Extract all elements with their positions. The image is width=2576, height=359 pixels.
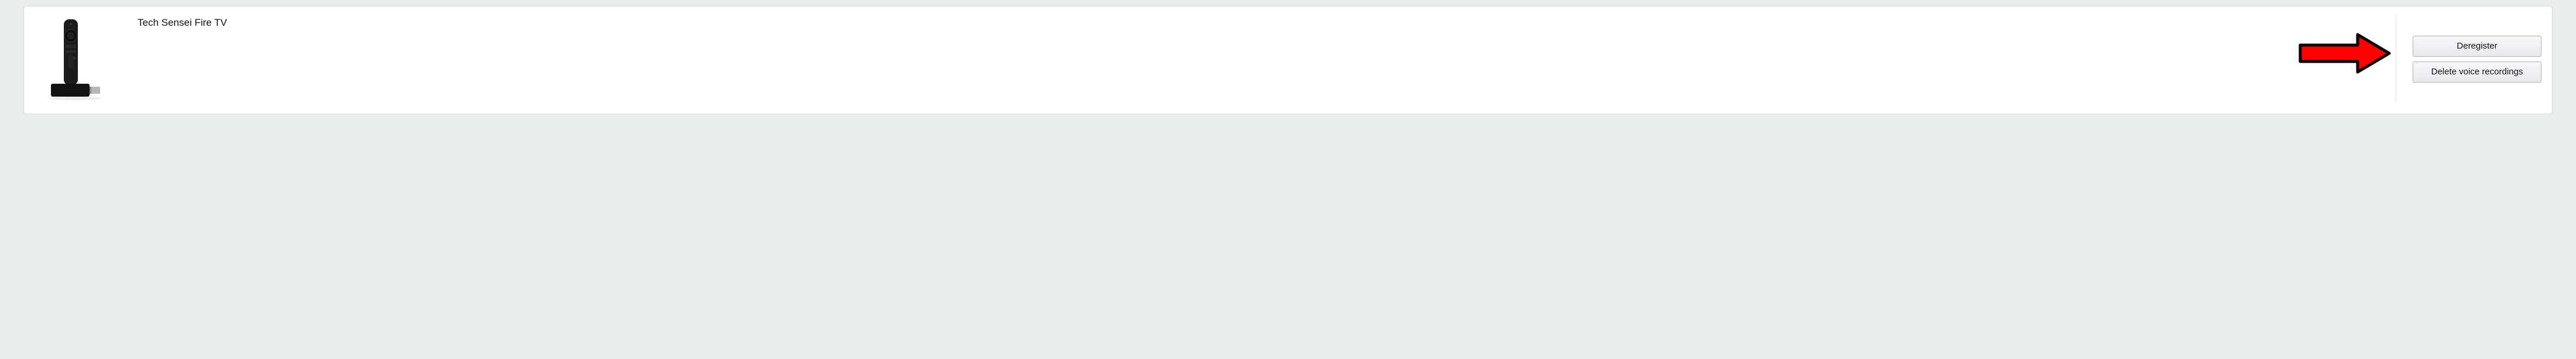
fire-tv-stick-icon (47, 18, 104, 100)
deregister-button[interactable]: Deregister (2413, 36, 2541, 57)
device-actions: Deregister Delete voice recordings (2396, 15, 2541, 103)
device-thumbnail (35, 15, 117, 100)
device-info: Tech Sensei Fire TV (117, 15, 2396, 29)
device-card: Tech Sensei Fire TV Deregister Delete vo… (23, 6, 2553, 114)
delete-voice-recordings-button[interactable]: Delete voice recordings (2413, 61, 2541, 83)
callout-arrow-icon (2297, 31, 2393, 76)
device-name: Tech Sensei Fire TV (138, 17, 2396, 29)
